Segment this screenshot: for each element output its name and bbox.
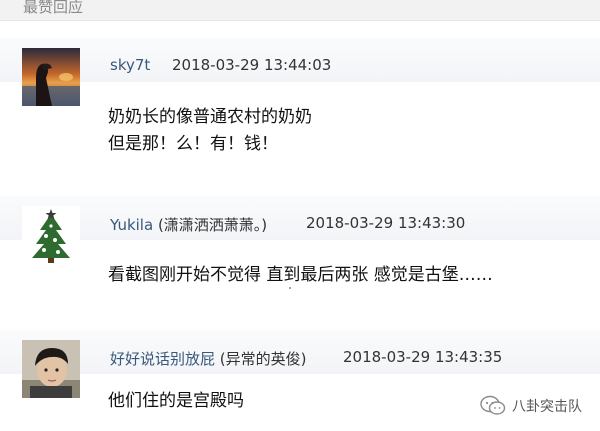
watermark: 八卦突击队 — [480, 393, 582, 419]
username-link[interactable]: sky7t — [110, 56, 150, 74]
stray-dot — [289, 287, 291, 289]
timestamp: 2018-03-29 13:44:03 — [172, 56, 332, 74]
section-title: 最赞回应 — [23, 0, 84, 16]
comment-line: 但是那！么！有！钱！ — [108, 134, 278, 154]
timestamp: 2018-03-29 13:43:30 — [306, 214, 466, 232]
section-header: 最赞回应 — [0, 0, 600, 21]
comment-item: sky7t 2018-03-29 13:44:03 奶奶长的像普通农村的奶奶 但… — [0, 38, 600, 178]
timestamp: 2018-03-29 13:43:35 — [343, 348, 503, 366]
username[interactable]: Yukila — [110, 216, 153, 234]
username-link[interactable]: Yukila (潇潇洒洒萧萧。) — [110, 214, 267, 235]
comment-header — [0, 196, 600, 240]
avatar[interactable] — [22, 48, 80, 106]
comment-text: 他们住的是宫殿吗 — [108, 388, 244, 415]
username-note: (潇潇洒洒萧萧。) — [157, 216, 268, 234]
comment-line: 看截图刚开始不觉得 直到最后两张 感觉是古堡…… — [108, 265, 493, 285]
christmas-tree-avatar — [22, 206, 80, 264]
person-photo-avatar — [22, 340, 80, 398]
comment-text: 看截图刚开始不觉得 直到最后两张 感觉是古堡…… — [108, 262, 493, 289]
avatar[interactable] — [22, 340, 80, 398]
avatar[interactable] — [22, 206, 80, 264]
watermark-text: 八卦突击队 — [512, 399, 582, 415]
username[interactable]: 好好说话别放屁 — [110, 350, 215, 368]
sunset-photo-avatar — [22, 48, 80, 106]
comment-line: 奶奶长的像普通农村的奶奶 — [108, 107, 312, 127]
comment-text: 奶奶长的像普通农村的奶奶 但是那！么！有！钱！ — [108, 104, 312, 158]
comment-line: 他们住的是宫殿吗 — [108, 391, 244, 411]
username[interactable]: sky7t — [110, 56, 150, 74]
comment-item: Yukila (潇潇洒洒萧萧。) 2018-03-29 13:43:30 看截图… — [0, 196, 600, 314]
username-note: (异常的英俊) — [219, 350, 307, 368]
wechat-icon — [480, 395, 506, 415]
username-link[interactable]: 好好说话别放屁 (异常的英俊) — [110, 348, 307, 369]
